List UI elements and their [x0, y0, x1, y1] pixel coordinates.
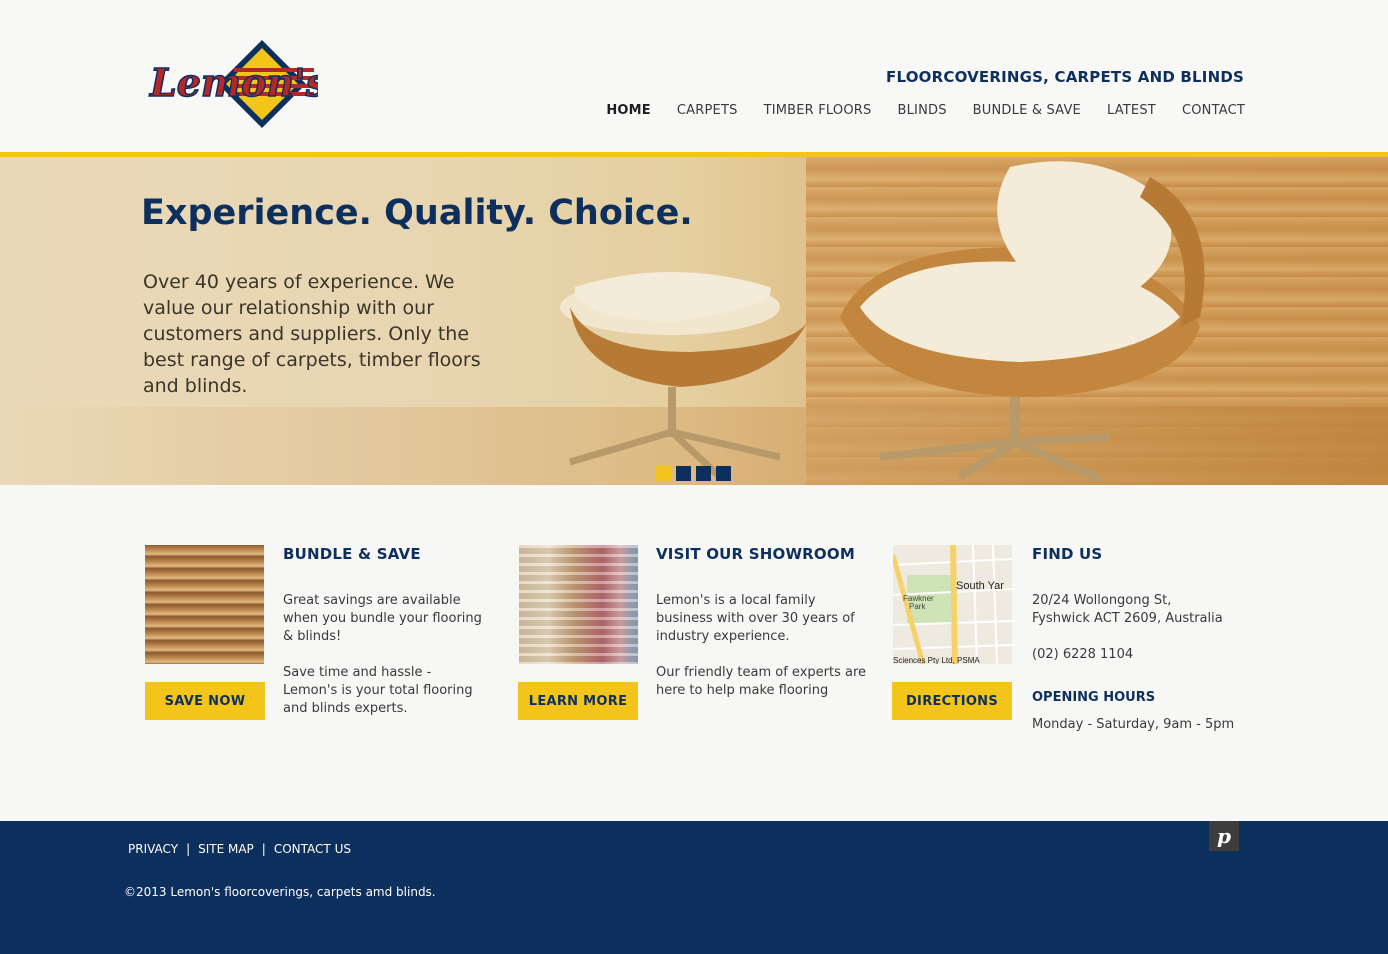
slider-dot-2[interactable] [676, 466, 691, 481]
footer-separator: | [261, 842, 266, 856]
footer-separator: | [186, 842, 191, 856]
hero-banner: Experience. Quality. Choice. Over 40 yea… [0, 157, 1388, 485]
footer-contact-link[interactable]: CONTACT US [274, 842, 351, 856]
map-copyright: Sciences Pty Ltd, PSMA [893, 656, 980, 664]
nav-blinds[interactable]: BLINDS [897, 103, 946, 118]
save-now-button[interactable]: SAVE NOW [145, 682, 265, 720]
map-label-suburb: South Yar [956, 580, 1004, 592]
map-label-park-2: Park [909, 602, 926, 611]
hero-title: Experience. Quality. Choice. [141, 193, 693, 233]
nav-contact[interactable]: CONTACT [1182, 103, 1245, 118]
directions-button[interactable]: DIRECTIONS [892, 682, 1012, 720]
site-tagline: FLOORCOVERINGS, CARPETS AND BLINDS [886, 68, 1244, 86]
feature-title: BUNDLE & SAVE [283, 545, 421, 563]
feature-paragraph: Save time and hassle - Lemon's is your t… [283, 665, 473, 716]
feature-paragraph: Our friendly team of experts are here to… [656, 665, 867, 698]
logo-wordmark: Lemon's [149, 60, 318, 105]
feature-text: Lemon's is a local family business with … [656, 592, 868, 718]
feature-text: Great savings are available when you bun… [283, 592, 483, 736]
address: 20/24 Wollongong St, Fyshwick ACT 2609, … [1032, 593, 1223, 626]
nav-latest[interactable]: LATEST [1107, 103, 1156, 118]
feature-paragraph: Great savings are available when you bun… [283, 593, 482, 644]
slider-dot-1[interactable] [656, 466, 671, 481]
footer-links: PRIVACY | SITE MAP | CONTACT US [128, 842, 351, 856]
nav-home[interactable]: HOME [606, 103, 651, 118]
nav-bundle-save[interactable]: BUNDLE & SAVE [973, 103, 1081, 118]
slider-dot-4[interactable] [716, 466, 731, 481]
opening-hours: Monday - Saturday, 9am - 5pm [1032, 717, 1235, 732]
slider-dot-3[interactable] [696, 466, 711, 481]
map-thumbnail[interactable]: South Yar Fawkner Park Sciences Pty Ltd,… [893, 545, 1012, 664]
feature-title: VISIT OUR SHOWROOM [656, 545, 855, 563]
slider-pagination [656, 466, 731, 481]
site-footer: PRIVACY | SITE MAP | CONTACT US ©2013 Le… [0, 821, 1388, 954]
address-text: 20/24 Wollongong St, Fyshwick ACT 2609, … [1032, 592, 1232, 682]
samples-thumbnail [519, 545, 638, 664]
phone-number[interactable]: (02) 6228 1104 [1032, 646, 1232, 664]
site-header: Lemon's FLOORCOVERINGS, CARPETS AND BLIN… [0, 0, 1388, 152]
footer-privacy-link[interactable]: PRIVACY [128, 842, 178, 856]
feature-paragraph: Lemon's is a local family business with … [656, 593, 855, 644]
feature-title: FIND US [1032, 545, 1103, 563]
lemons-logo[interactable]: Lemon's [146, 38, 318, 130]
nav-timber-floors[interactable]: TIMBER FLOORS [764, 103, 872, 118]
learn-more-button[interactable]: LEARN MORE [518, 682, 638, 720]
copyright-text: ©2013 Lemon's floorcoverings, carpets am… [124, 885, 436, 899]
opening-hours-title: OPENING HOURS [1032, 690, 1156, 705]
nav-carpets[interactable]: CARPETS [677, 103, 738, 118]
hero-text: Over 40 years of experience. We value ou… [143, 271, 481, 397]
blinds-thumbnail [145, 545, 264, 664]
main-nav: HOME CARPETS TIMBER FLOORS BLINDS BUNDLE… [606, 103, 1245, 118]
p-badge-icon[interactable]: p [1209, 821, 1239, 851]
footer-sitemap-link[interactable]: SITE MAP [198, 842, 254, 856]
